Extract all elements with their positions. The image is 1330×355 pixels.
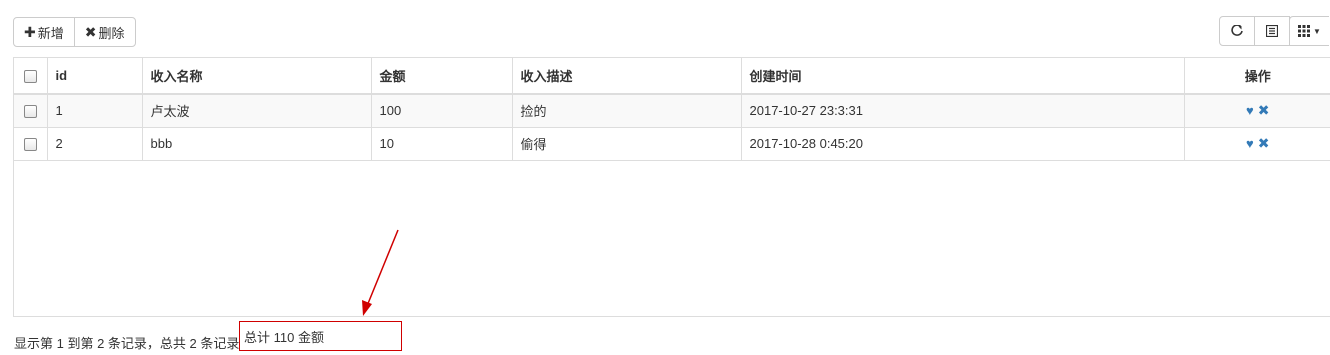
table-header-row: id 收入名称 金额 收入描述 创建时间 操作 [14, 58, 1330, 95]
select-all-checkbox[interactable] [23, 70, 37, 84]
cell-amount: 100 [371, 94, 513, 128]
cell-id: 2 [47, 127, 143, 161]
total-amount-text: 总计 110 金额 [244, 329, 324, 345]
cell-id: 1 [47, 94, 143, 128]
refresh-button[interactable] [1219, 16, 1255, 46]
cell-name: bbb [142, 127, 372, 161]
add-button[interactable]: ✚ 新增 [13, 17, 75, 47]
annotation-arrow [362, 229, 399, 316]
columns-dropdown-button[interactable]: ▼ [1289, 16, 1329, 46]
delete-button-label: 删除 [98, 25, 125, 41]
cell-actions: ♥ ✖ [1184, 127, 1330, 161]
cell-desc: 偷得 [512, 127, 742, 161]
toggle-view-button[interactable] [1254, 16, 1290, 46]
toolbar-right: ▼ [1219, 16, 1329, 46]
th-icon [1298, 25, 1311, 37]
caret-down-icon: ▼ [1313, 26, 1321, 36]
row-checkbox[interactable] [23, 138, 37, 152]
table-row: 2 bbb 10 偷得 2017-10-28 0:45:20 ♥ ✖ [14, 127, 1330, 161]
cell-amount: 10 [371, 127, 513, 161]
row-select-cell [14, 94, 48, 128]
toolbar-left: ✚ 新增 ✖ 删除 [13, 17, 136, 47]
list-alt-icon [1266, 25, 1278, 37]
refresh-icon [1231, 25, 1243, 36]
heart-icon[interactable]: ♥ [1246, 103, 1254, 118]
remove-icon[interactable]: ✖ [1258, 102, 1270, 118]
cell-created: 2017-10-27 23:3:31 [741, 94, 1185, 128]
data-table-container: id 收入名称 金额 收入描述 创建时间 操作 1 卢太波 100 捡的 201… [13, 57, 1330, 317]
header-id[interactable]: id [47, 58, 143, 95]
header-created[interactable]: 创建时间 [741, 58, 1185, 95]
row-checkbox[interactable] [23, 105, 37, 119]
data-table: id 收入名称 金额 收入描述 创建时间 操作 1 卢太波 100 捡的 201… [14, 58, 1330, 161]
header-desc[interactable]: 收入描述 [512, 58, 742, 95]
cell-name: 卢太波 [142, 94, 372, 128]
remove-icon[interactable]: ✖ [1258, 135, 1270, 151]
header-actions: 操作 [1184, 58, 1330, 95]
table-row: 1 卢太波 100 捡的 2017-10-27 23:3:31 ♥ ✖ [14, 94, 1330, 128]
total-amount-highlight: 总计 110 金额 [239, 321, 402, 351]
cell-desc: 捡的 [512, 94, 742, 128]
header-name[interactable]: 收入名称 [142, 58, 372, 95]
cell-created: 2017-10-28 0:45:20 [741, 127, 1185, 161]
row-select-cell [14, 127, 48, 161]
plus-icon: ✚ [24, 23, 36, 40]
select-all-cell [14, 58, 48, 95]
pagination-info: 显示第 1 到第 2 条记录，总共 2 条记录 [14, 336, 240, 351]
delete-button[interactable]: ✖ 删除 [73, 17, 136, 47]
heart-icon[interactable]: ♥ [1246, 136, 1254, 151]
remove-icon: ✖ [84, 23, 97, 40]
add-button-label: 新增 [37, 25, 64, 41]
cell-actions: ♥ ✖ [1184, 94, 1330, 128]
header-amount[interactable]: 金额 [371, 58, 513, 95]
